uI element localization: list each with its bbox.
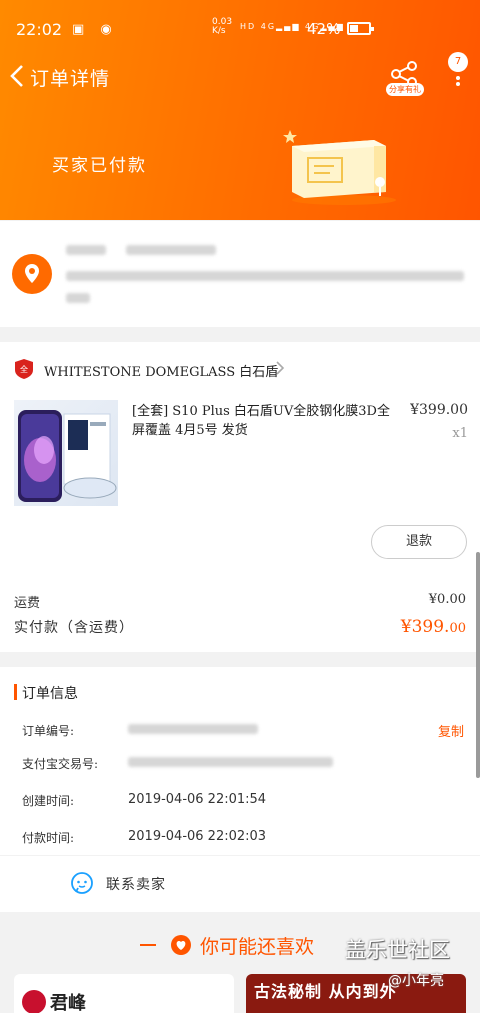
message-count-badge[interactable]: 7 — [448, 52, 468, 72]
chat-bubble-icon — [71, 872, 93, 894]
net-speed: 0.03 K/s — [212, 17, 233, 36]
scrollbar[interactable] — [476, 552, 480, 778]
battery-percent: 42% — [307, 20, 341, 38]
recipient-phone-blurred — [126, 245, 216, 255]
shipping-fee-value: ¥0.00 — [428, 592, 466, 607]
shipping-address-card[interactable] — [0, 221, 480, 327]
total-paid-value: ¥399.00 — [400, 617, 466, 637]
shop-product-card: 全 WHITESTONE DOMEGLASS 白石盾 [全套] S10 Plus… — [0, 342, 480, 652]
product-title[interactable]: [全套] S10 Plus 白石盾UV全胶钢化膜3D全屏覆盖 4月5号 发货 — [132, 402, 402, 440]
chevron-right-icon[interactable] — [274, 360, 286, 376]
total-paid-label: 实付款（含运费） — [14, 620, 134, 636]
notification-icons: ▣ ◉ — [72, 22, 118, 37]
refund-button[interactable]: 退款 — [371, 525, 467, 559]
reco-title-dash — [140, 944, 156, 946]
order-number-blurred — [128, 724, 258, 734]
product-price: ¥399.00 — [410, 402, 468, 418]
status-time: 22:02 — [16, 20, 63, 39]
alipay-trade-label: 支付宝交易号: — [22, 757, 99, 771]
status-bar: 22:02 ▣ ◉ 0.03 K/s HD 4G▂▄▆ 4G▂▄▆ 42% — [0, 0, 480, 40]
more-menu-dot[interactable] — [456, 82, 460, 86]
contact-seller-bar[interactable]: 联系卖家 — [0, 856, 480, 912]
order-info-card: 订单信息 订单编号: 复制 支付宝交易号: 创建时间: 2019-04-06 2… — [0, 667, 480, 855]
package-box-illustration — [283, 130, 396, 205]
section-accent-bar — [14, 684, 17, 700]
shop-name[interactable]: WHITESTONE DOMEGLASS 白石盾 — [44, 361, 278, 380]
recommended-banner-text: 古法秘制 从内到外 — [254, 982, 397, 1001]
product-quantity: x1 — [452, 426, 468, 441]
order-number-label: 订单编号: — [22, 724, 75, 738]
recommendations-section: 你可能还喜欢 君峰 古法秘制 从内到外 盖乐世社区 @小年亮 — [0, 912, 480, 1013]
share-gift-label[interactable]: 分享有礼 — [386, 83, 424, 96]
recommended-item-card[interactable] — [14, 974, 234, 1013]
watermark-author: @小年亮 — [388, 973, 444, 989]
watermark-text: 盖乐世社区 — [345, 938, 450, 962]
recommendations-title: 你可能还喜欢 — [200, 936, 315, 958]
heart-icon — [171, 935, 191, 955]
order-status-text: 买家已付款 — [52, 156, 147, 176]
more-menu-icon[interactable] — [456, 76, 460, 80]
battery-icon — [347, 22, 374, 35]
recipient-name-blurred — [66, 245, 106, 255]
svg-text:全: 全 — [20, 364, 28, 374]
created-time-label: 创建时间: — [22, 794, 75, 808]
address-line-blurred — [66, 271, 464, 281]
shipping-fee-label: 运费 — [14, 596, 41, 611]
page-title: 订单详情 — [30, 68, 111, 90]
recommended-brand: 君峰 — [50, 993, 86, 1013]
paid-time-value: 2019-04-06 22:02:03 — [128, 829, 267, 844]
address-line2-blurred — [66, 293, 90, 303]
created-time-value: 2019-04-06 22:01:54 — [128, 792, 267, 807]
order-status-header: 22:02 ▣ ◉ 0.03 K/s HD 4G▂▄▆ 4G▂▄▆ 42% 订单… — [0, 0, 480, 220]
brand-logo-icon — [22, 990, 46, 1013]
alipay-trade-blurred — [128, 757, 333, 767]
paid-time-label: 付款时间: — [22, 831, 75, 845]
product-thumbnail[interactable] — [14, 400, 118, 506]
order-info-heading: 订单信息 — [22, 686, 78, 702]
contact-seller-label[interactable]: 联系卖家 — [106, 874, 166, 894]
shop-logo-icon: 全 — [15, 359, 33, 379]
location-pin-icon — [12, 254, 52, 294]
copy-order-number-button[interactable]: 复制 — [438, 721, 464, 740]
back-arrow-icon[interactable] — [8, 62, 28, 90]
